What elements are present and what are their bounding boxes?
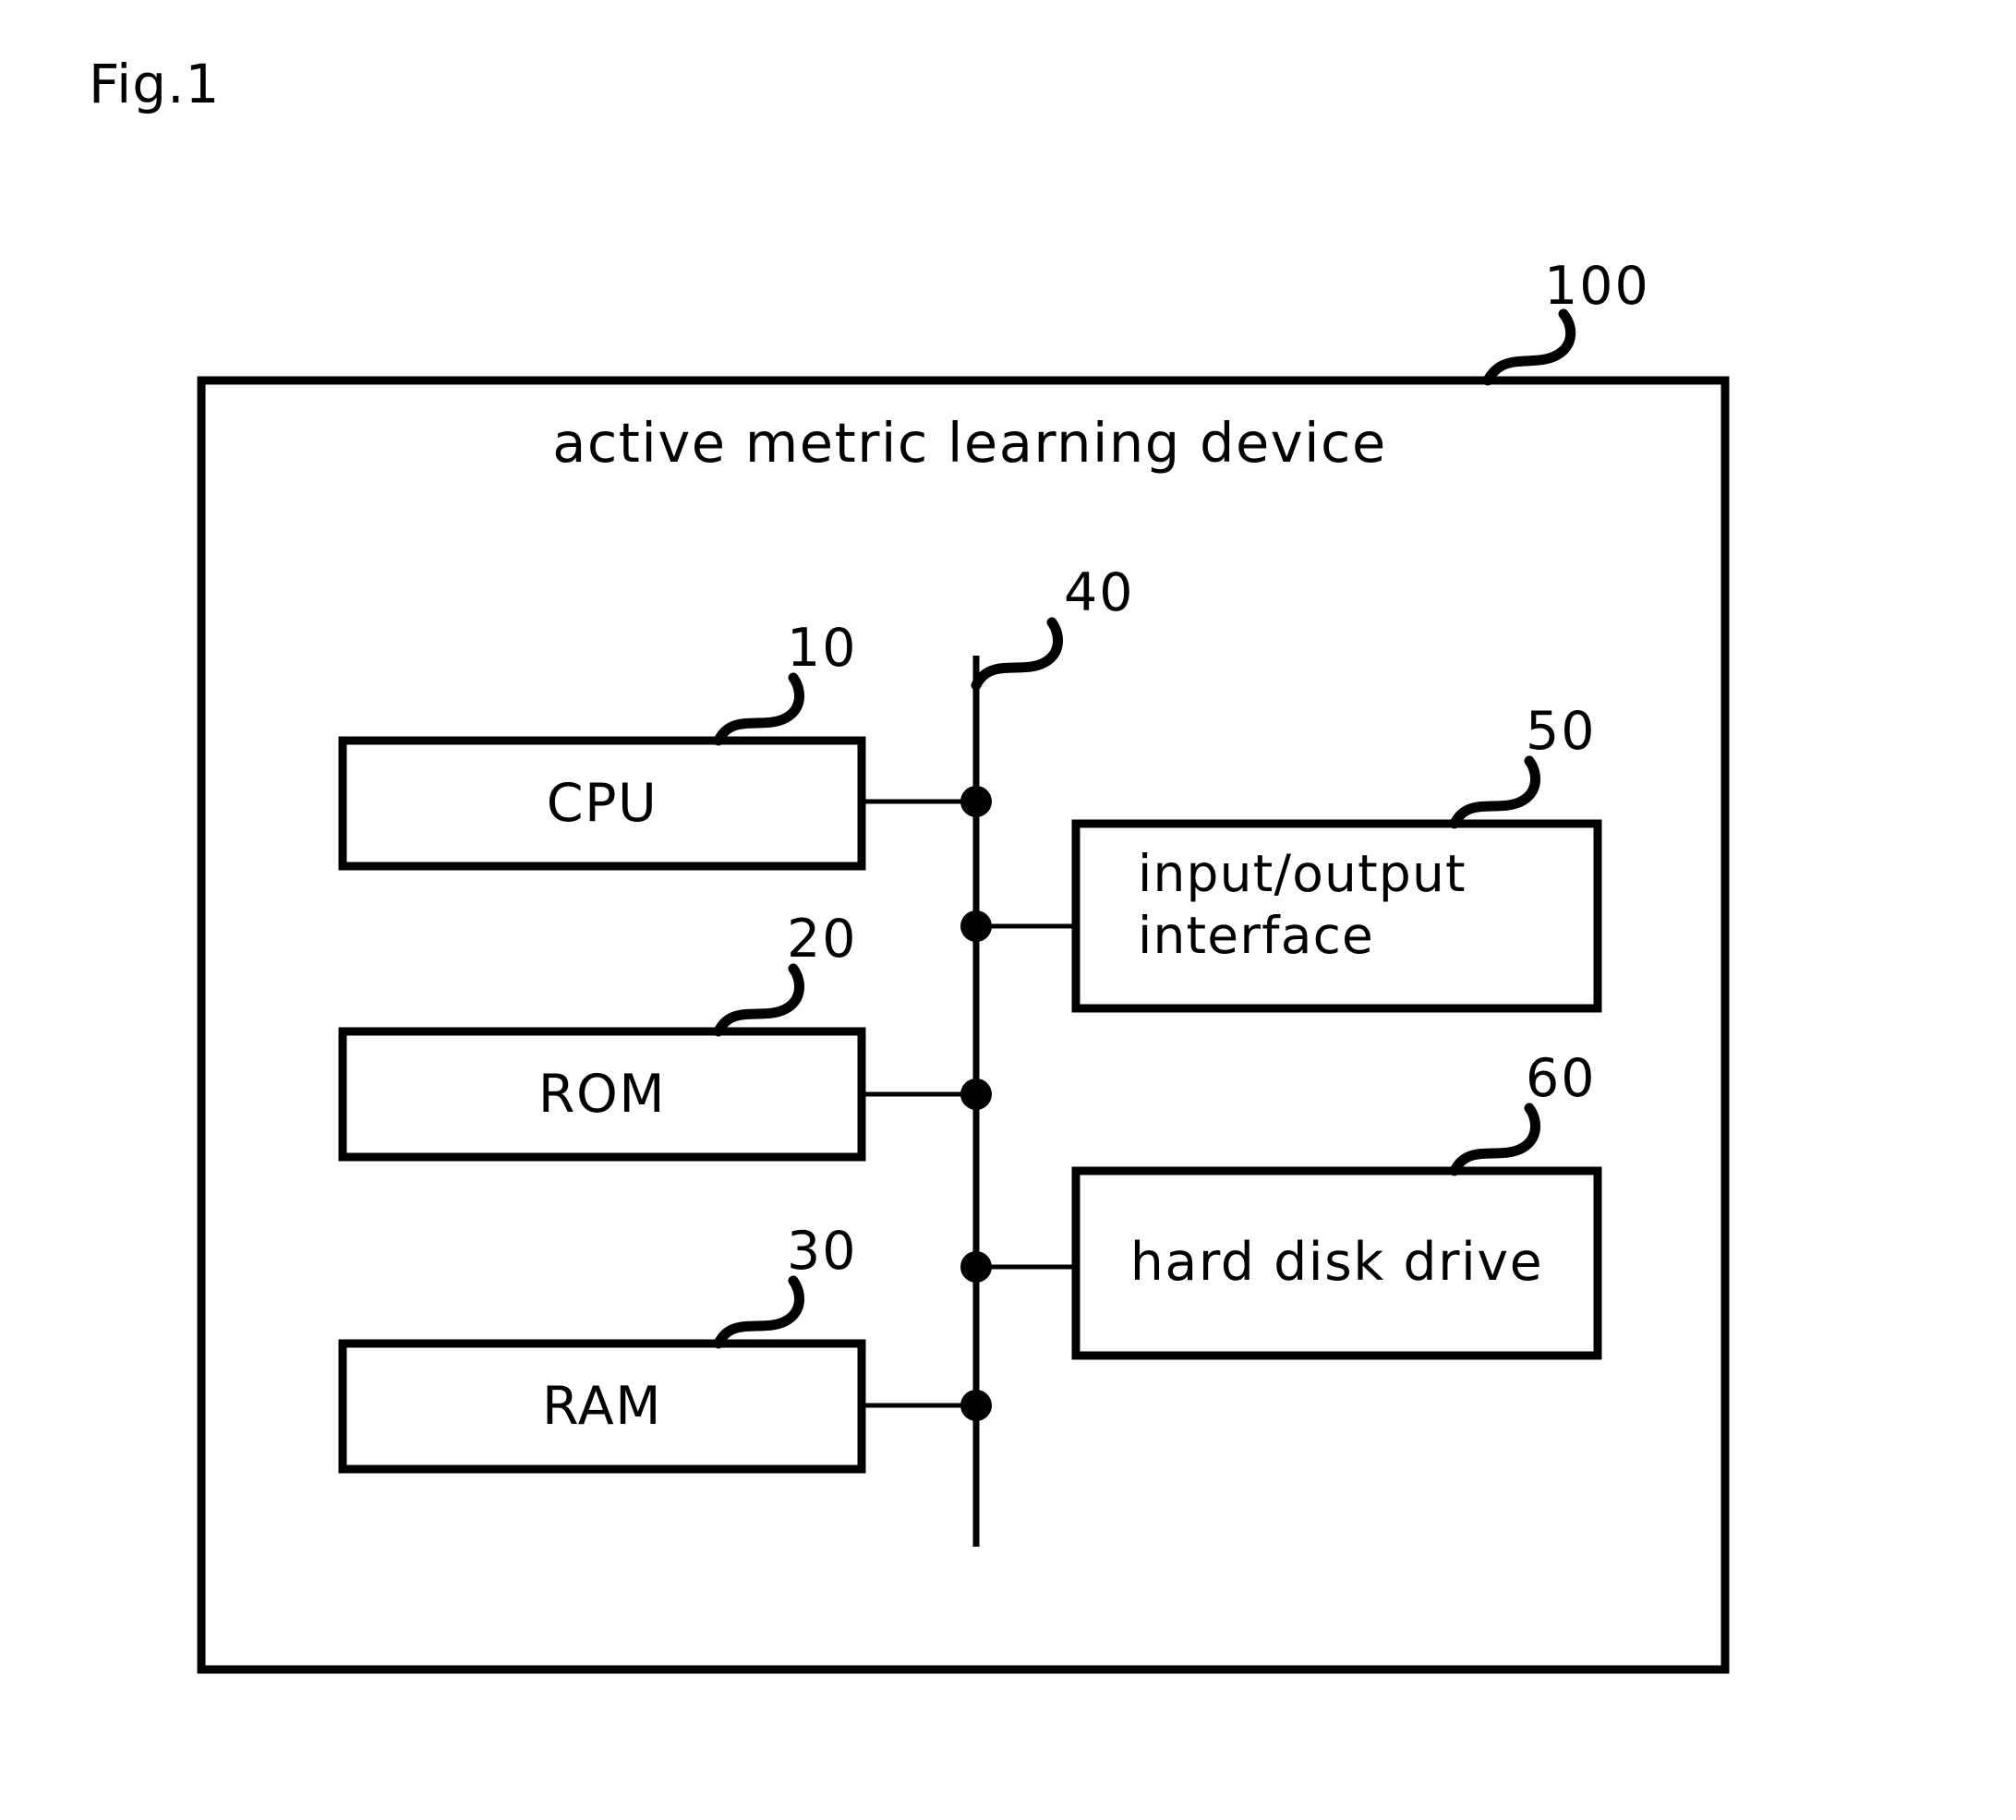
leader-squiggle-50 bbox=[1449, 755, 1540, 829]
io-interface-label: input/output interface bbox=[1138, 844, 1467, 966]
hdd-label: hard disk drive bbox=[1129, 1232, 1544, 1293]
diagram-lines bbox=[197, 308, 1730, 1674]
reference-numeral-10: 10 bbox=[787, 618, 858, 679]
reference-numeral-20: 20 bbox=[787, 909, 858, 970]
reference-numeral-40: 40 bbox=[1064, 562, 1135, 623]
leader-squiggle-20 bbox=[713, 963, 804, 1037]
cpu-label: CPU bbox=[546, 773, 658, 834]
leader-squiggle-10 bbox=[713, 672, 804, 746]
reference-numeral-100: 100 bbox=[1544, 256, 1650, 317]
reference-numeral-60: 60 bbox=[1526, 1048, 1597, 1109]
device-title: active metric learning device bbox=[552, 411, 1387, 475]
reference-numeral-30: 30 bbox=[787, 1221, 858, 1282]
rom-label: ROM bbox=[537, 1064, 667, 1125]
leader-squiggle-100 bbox=[1482, 308, 1576, 386]
bus-junction-dot-ram bbox=[960, 1390, 992, 1421]
bus-junction-dot-hdd bbox=[960, 1251, 992, 1283]
leader-squiggle-60 bbox=[1449, 1103, 1540, 1176]
leader-squiggle-30 bbox=[713, 1275, 804, 1349]
leader-squiggle-40 bbox=[971, 617, 1063, 691]
bus-junction-dot-io bbox=[960, 910, 992, 942]
bus-junction-dot-rom bbox=[960, 1079, 992, 1110]
bus-junction-dot-cpu bbox=[960, 786, 992, 817]
outer-device-box bbox=[197, 376, 1730, 1674]
patent-figure: Fig.1 active metric learning device CPU … bbox=[0, 0, 2016, 1820]
ram-label: RAM bbox=[542, 1376, 662, 1437]
reference-numeral-50: 50 bbox=[1526, 701, 1597, 762]
